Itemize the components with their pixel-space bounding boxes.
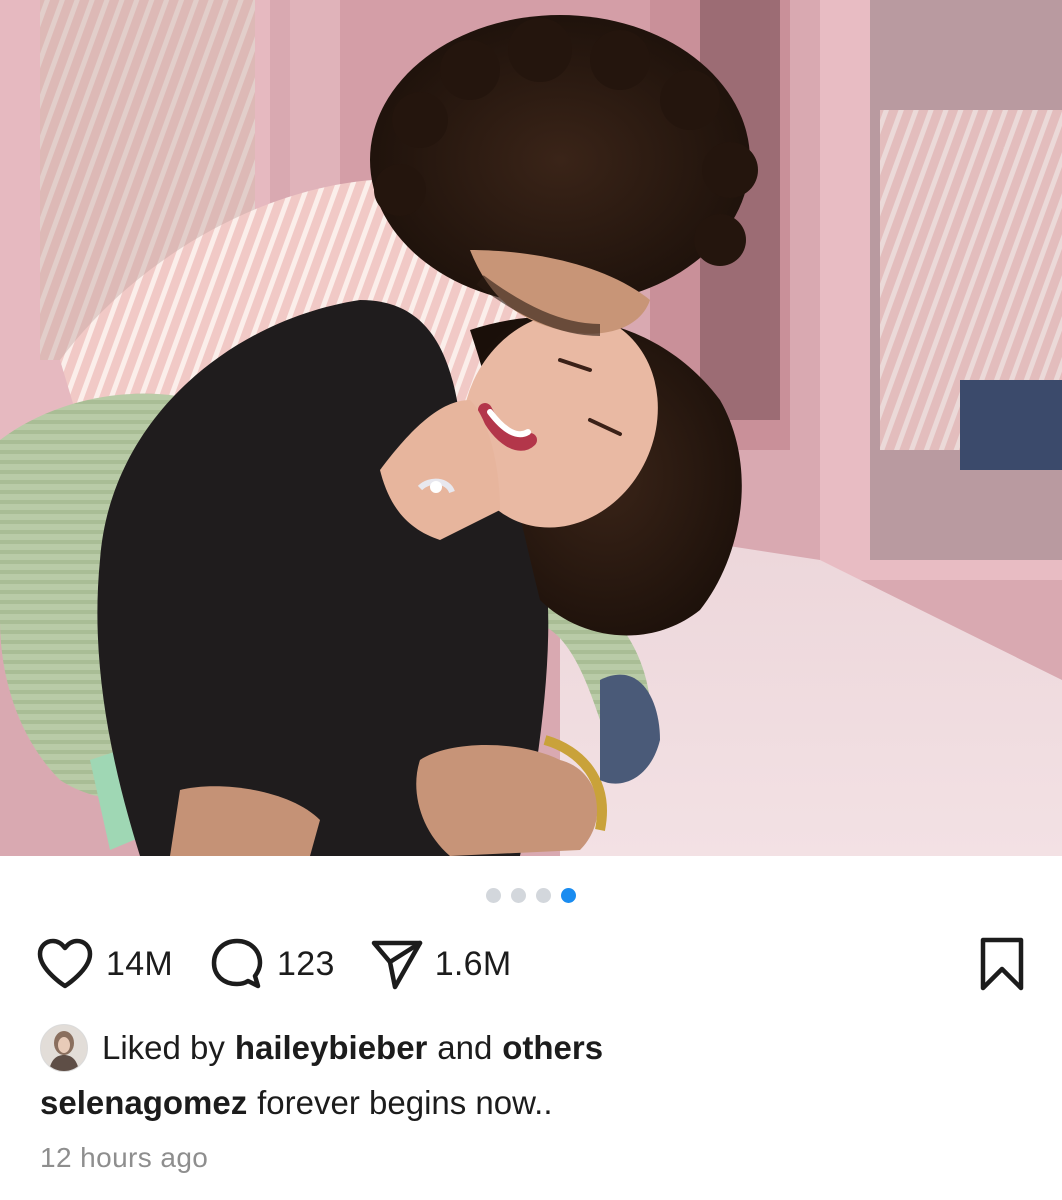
- post-photo[interactable]: [0, 0, 1062, 856]
- comment-button[interactable]: 123: [209, 936, 335, 992]
- liked-by-others[interactable]: others: [502, 1029, 603, 1067]
- heart-icon: [36, 938, 94, 990]
- liked-by-prefix: Liked by: [102, 1029, 225, 1066]
- carousel-dot: [511, 887, 526, 903]
- comment-bubble-icon: [209, 936, 265, 992]
- share-button[interactable]: 1.6M: [371, 937, 512, 991]
- like-button[interactable]: 14M: [36, 938, 173, 990]
- like-count: 14M: [106, 944, 174, 983]
- save-button[interactable]: [978, 936, 1026, 992]
- caption-username[interactable]: selenagomez: [40, 1084, 247, 1121]
- liker-avatar[interactable]: [40, 1024, 88, 1072]
- liked-by-conjunction: and: [437, 1029, 493, 1066]
- caption-text: forever begins now..: [257, 1084, 553, 1121]
- post-action-bar: 14M 123 1.6M: [36, 932, 1026, 996]
- liked-by-username[interactable]: haileybieber: [235, 1029, 428, 1067]
- share-count: 1.6M: [434, 944, 512, 983]
- carousel-dot: [486, 887, 501, 903]
- post-timestamp: 12 hours ago: [40, 1142, 209, 1173]
- comment-count: 123: [277, 944, 335, 983]
- liked-by-row: Liked by haileybieber and others: [40, 1024, 603, 1072]
- send-paper-plane-icon: [371, 937, 423, 991]
- bookmark-icon: [978, 936, 1026, 992]
- post-caption: selenagomez forever begins now..: [40, 1084, 552, 1122]
- carousel-dot-active: [561, 887, 576, 903]
- photo-illustration: [0, 0, 1062, 856]
- carousel-dot: [536, 887, 551, 903]
- carousel-indicator: [0, 887, 1062, 903]
